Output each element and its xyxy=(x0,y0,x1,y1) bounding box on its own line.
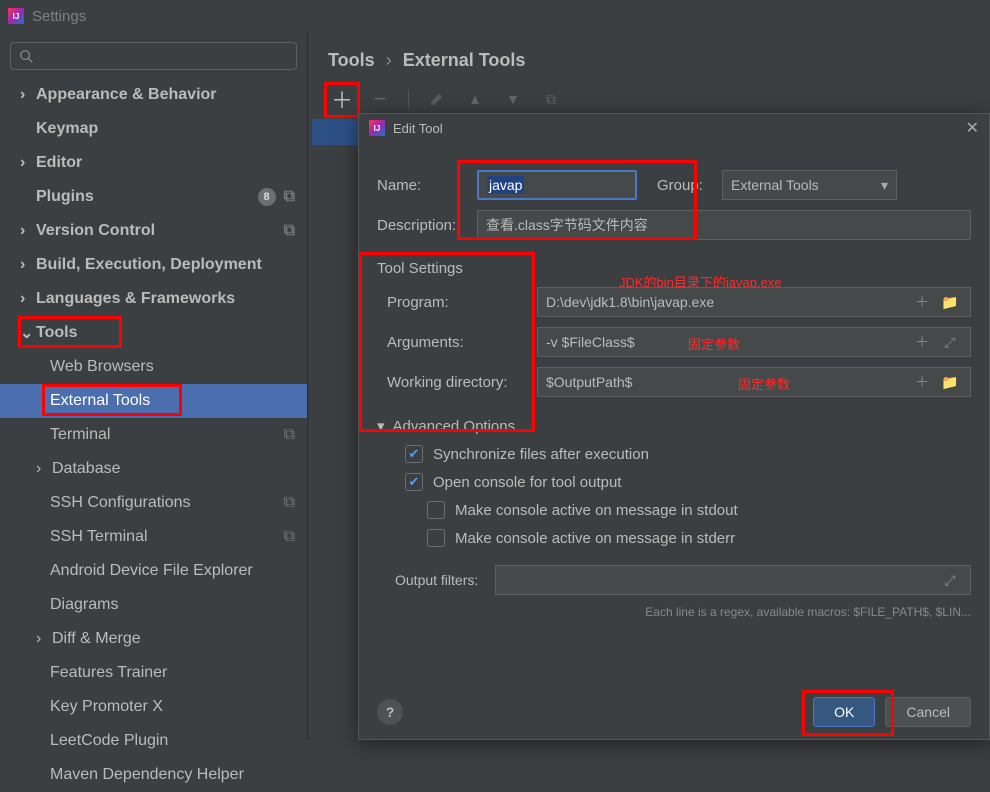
chevron-down-icon: ▾ xyxy=(377,417,385,435)
dialog-title: Edit Tool xyxy=(393,121,443,136)
group-label: Group: xyxy=(657,177,712,194)
stdout-checkbox-row[interactable]: Make console active on message in stdout xyxy=(377,501,971,519)
copy-icon: ⧉ xyxy=(284,426,295,444)
sidebar-item-ssh-config[interactable]: SSH Configurations⧉ xyxy=(0,486,307,520)
console-checkbox-row[interactable]: ✔ Open console for tool output xyxy=(377,473,971,491)
copy-icon: ⧉ xyxy=(284,528,295,546)
annotation: 固定参数 xyxy=(688,334,740,353)
insert-macro-icon[interactable]: ＋ xyxy=(910,290,934,314)
move-up-button[interactable]: ▲ xyxy=(461,85,489,113)
sidebar-item-terminal[interactable]: Terminal⧉ xyxy=(0,418,307,452)
sidebar-item-tools[interactable]: ⌄Tools xyxy=(0,316,307,350)
browse-icon[interactable]: 📁 xyxy=(938,290,962,314)
cancel-button[interactable]: Cancel xyxy=(885,697,971,727)
sidebar-item-plugins[interactable]: Plugins8⧉ xyxy=(0,180,307,214)
breadcrumb: Tools › External Tools xyxy=(308,32,990,83)
program-label: Program: xyxy=(377,294,527,311)
remove-button[interactable]: − xyxy=(366,85,394,113)
checkbox-checked-icon[interactable]: ✔ xyxy=(405,445,423,463)
insert-macro-icon[interactable]: ＋ xyxy=(910,370,934,394)
description-field[interactable]: 查看.class字节码文件内容 xyxy=(477,210,971,240)
breadcrumb-leaf: External Tools xyxy=(403,50,526,70)
sidebar-item-database[interactable]: ›Database xyxy=(0,452,307,486)
arguments-field[interactable]: -v $FileClass$ 固定参数 ＋ ⤢ xyxy=(537,327,971,357)
arguments-label: Arguments: xyxy=(377,334,527,351)
edit-button[interactable] xyxy=(423,85,451,113)
stderr-checkbox-row[interactable]: Make console active on message in stderr xyxy=(377,529,971,547)
copy-icon: ⧉ xyxy=(284,494,295,512)
window-title: Settings xyxy=(32,8,86,25)
sidebar-item-external-tools[interactable]: External Tools xyxy=(0,384,307,418)
filters-field[interactable]: ⤢ xyxy=(495,565,971,595)
sidebar-item-diagrams[interactable]: Diagrams xyxy=(0,588,307,622)
sidebar-item-vcs[interactable]: ›Version Control⧉ xyxy=(0,214,307,248)
sidebar-item-build[interactable]: ›Build, Execution, Deployment xyxy=(0,248,307,282)
ok-button[interactable]: OK xyxy=(813,697,875,727)
search-box[interactable] xyxy=(10,42,297,70)
workdir-label: Working directory: xyxy=(377,374,527,391)
insert-macro-icon[interactable]: ＋ xyxy=(910,330,934,354)
name-field[interactable]: javap xyxy=(477,170,637,200)
app-icon: IJ xyxy=(369,120,385,136)
settings-sidebar: ›Appearance & Behavior Keymap ›Editor Pl… xyxy=(0,32,308,740)
sidebar-item-languages[interactable]: ›Languages & Frameworks xyxy=(0,282,307,316)
sidebar-item-diff-merge[interactable]: ›Diff & Merge xyxy=(0,622,307,656)
group-combo[interactable]: External Tools ▾ xyxy=(722,170,897,200)
window-titlebar: IJ Settings xyxy=(0,0,990,32)
breadcrumb-root[interactable]: Tools xyxy=(328,50,375,70)
sidebar-item-appearance[interactable]: ›Appearance & Behavior xyxy=(0,78,307,112)
group-value: External Tools xyxy=(731,177,819,193)
copy-icon: ⧉ xyxy=(284,222,295,240)
sidebar-item-editor[interactable]: ›Editor xyxy=(0,146,307,180)
close-icon[interactable]: ✕ xyxy=(966,118,979,138)
sidebar-item-web-browsers[interactable]: Web Browsers xyxy=(0,350,307,384)
help-button[interactable]: ? xyxy=(377,699,403,725)
checkbox-icon[interactable] xyxy=(427,501,445,519)
annotation: 固定参数 xyxy=(738,374,790,393)
search-input[interactable] xyxy=(39,48,288,64)
edit-tool-dialog: IJ Edit Tool ✕ 这两个是描述 可自定义 Name: javap G… xyxy=(358,113,990,740)
description-label: Description: xyxy=(377,217,467,234)
sidebar-item-features-trainer[interactable]: Features Trainer xyxy=(0,656,307,690)
browse-icon[interactable]: 📁 xyxy=(938,370,962,394)
sidebar-item-key-promoter[interactable]: Key Promoter X xyxy=(0,690,307,724)
app-icon: IJ xyxy=(8,8,24,24)
checkbox-checked-icon[interactable]: ✔ xyxy=(405,473,423,491)
chevron-down-icon: ▾ xyxy=(881,177,888,194)
add-button[interactable]: ＋ xyxy=(328,85,356,113)
program-field[interactable]: D:\dev\jdk1.8\bin\javap.exe ＋ 📁 xyxy=(537,287,971,317)
sync-checkbox-row[interactable]: ✔ Synchronize files after execution xyxy=(377,445,971,463)
advanced-options-header[interactable]: ▾ Advanced Options xyxy=(377,417,971,435)
dialog-titlebar: IJ Edit Tool ✕ xyxy=(359,114,989,142)
name-label: Name: xyxy=(377,177,467,194)
workdir-field[interactable]: $OutputPath$ 固定参数 ＋ 📁 xyxy=(537,367,971,397)
expand-icon[interactable]: ⤢ xyxy=(938,568,962,592)
filters-label: Output filters: xyxy=(377,572,485,588)
plugins-badge: 8 xyxy=(258,188,276,206)
sidebar-item-android-explorer[interactable]: Android Device File Explorer xyxy=(0,554,307,588)
filters-hint: Each line is a regex, available macros: … xyxy=(377,605,971,619)
sidebar-item-keymap[interactable]: Keymap xyxy=(0,112,307,146)
sidebar-item-leetcode[interactable]: LeetCode Plugin xyxy=(0,724,307,758)
sidebar-item-ssh-terminal[interactable]: SSH Terminal⧉ xyxy=(0,520,307,554)
search-icon xyxy=(19,49,33,63)
sidebar-item-maven-helper[interactable]: Maven Dependency Helper xyxy=(0,758,307,792)
move-down-button[interactable]: ▼ xyxy=(499,85,527,113)
copy-button[interactable]: ⧉ xyxy=(537,85,565,113)
checkbox-icon[interactable] xyxy=(427,529,445,547)
expand-icon[interactable]: ⤢ xyxy=(938,330,962,354)
copy-icon: ⧉ xyxy=(284,188,295,206)
